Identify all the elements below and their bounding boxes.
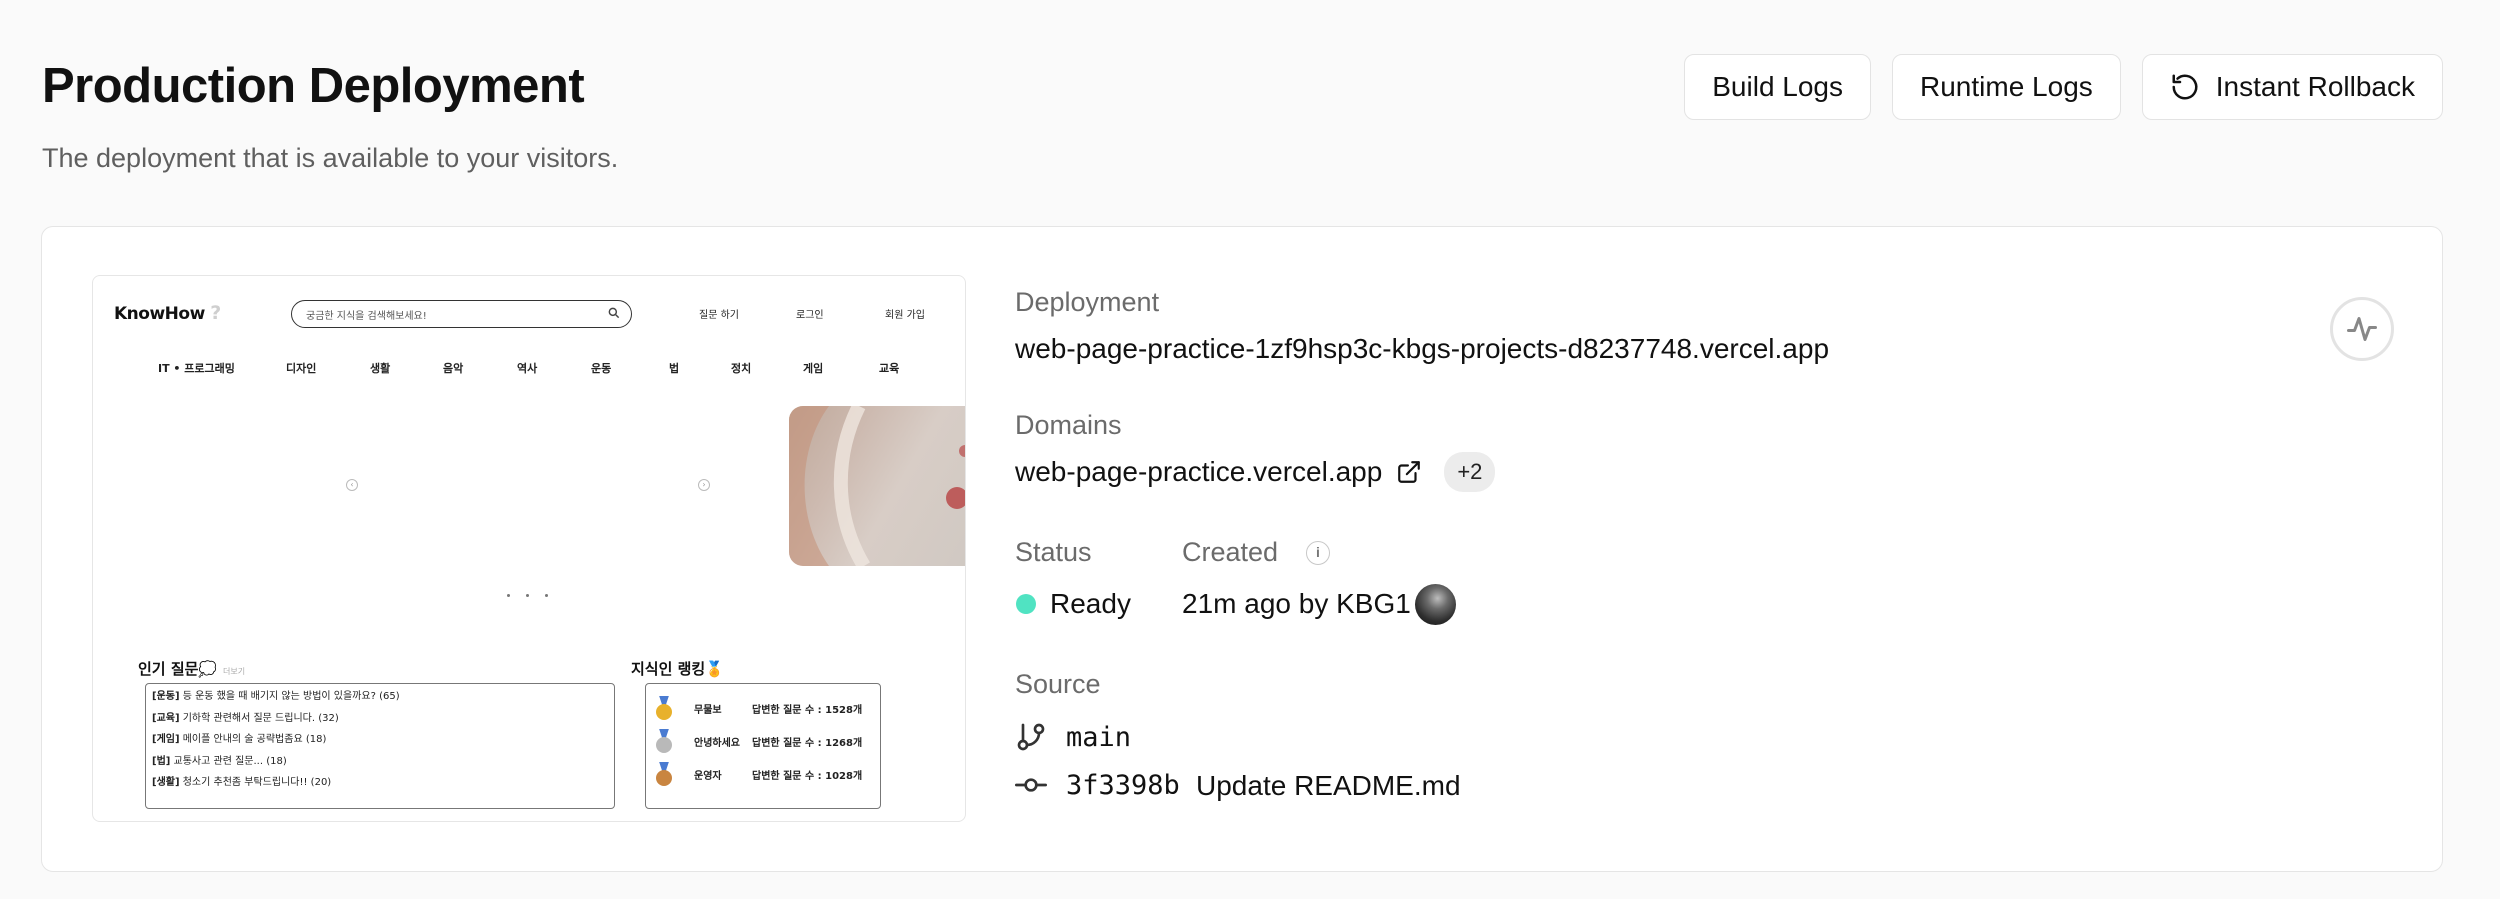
preview-ranking-row: 안녕하세요 답변한 질문 수 : 1268개 [646,725,880,758]
preview-carousel-prev-icon: ‹ [346,479,358,491]
preview-ranking-row: 무물보 답변한 질문 수 : 1528개 [646,692,880,725]
preview-logo: KnowHow ? [114,302,221,324]
domains-row: web-page-practice.vercel.app +2 [1015,452,1496,492]
domains-label: Domains [1015,410,1122,440]
preview-nav-item: 정치 [731,362,752,375]
info-icon[interactable]: i [1306,541,1330,565]
preview-ranking-title: 지식인 랭킹🏅 [631,660,724,678]
preview-popular-more: 더보기 [223,667,246,676]
preview-nav-item: 역사 [517,362,538,375]
created-label: Created [1182,537,1279,567]
preview-question-item: [생활] 청소기 추천좀 부탁드립니다!! (20) [152,777,332,788]
preview-popular-title: 인기 질문💭 [138,660,218,678]
commit-hash[interactable]: 3f3398b [1066,770,1180,801]
branch-name[interactable]: main [1066,722,1131,753]
git-branch-icon [1017,723,1045,751]
bronze-medal-icon [656,761,672,788]
deployment-label: Deployment [1015,287,1160,317]
preview-question-item: [게임] 메이플 안내의 술 공략법좀요 (18) [152,734,327,745]
instant-rollback-label: Instant Rollback [2215,71,2415,102]
avatar[interactable] [1415,584,1456,625]
instant-rollback-button[interactable]: Instant Rollback [2141,54,2443,120]
preview-question-item: [운동] 등 운동 했을 때 배기지 않는 방법이 있을까요? (65) [152,691,400,702]
deployment-preview[interactable]: KnowHow ? 궁금한 지식을 검색해보세요! 질문 하기 로그인 회원 가… [92,275,966,822]
preview-link-login: 로그인 [796,310,824,321]
preview-nav-item: 게임 [803,362,824,375]
runtime-logs-button[interactable]: Runtime Logs [1892,54,2121,120]
build-logs-button[interactable]: Build Logs [1684,54,1872,120]
deployment-card: KnowHow ? 궁금한 지식을 검색해보세요! 질문 하기 로그인 회원 가… [41,226,2443,872]
preview-question-item: [교육] 기하학 관련해서 질문 드립니다. (32) [152,712,339,724]
preview-nav-item: 생활 [370,362,391,375]
page-subtitle: The deployment that is available to your… [42,143,619,173]
preview-nav-item: 음악 [443,362,464,375]
status-value: Ready [1050,588,1131,619]
preview-link-signup: 회원 가입 [885,310,925,321]
preview-carousel-image [789,406,965,566]
preview-popular-list: [운동] 등 운동 했을 때 배기지 않는 방법이 있을까요? (65) [교육… [145,683,615,809]
preview-search-bar: 궁금한 지식을 검색해보세요! [291,300,632,328]
domain-link[interactable]: web-page-practice.vercel.app [1015,456,1382,488]
page-title: Production Deployment [42,59,585,113]
preview-question-item: [법] 교통사고 관련 질문... (18) [152,755,287,767]
created-value: 21m ago by KBG1 [1182,588,1411,619]
source-label: Source [1015,669,1101,699]
git-commit-icon [1015,778,1047,792]
preview-nav-item: IT • 프로그래밍 [158,362,235,375]
more-domains-badge[interactable]: +2 [1444,452,1496,492]
preview-carousel-next-icon: › [698,479,710,491]
preview-top-links: 질문 하기 로그인 회원 가입 [699,306,925,321]
preview-nav-item: 디자인 [286,362,317,375]
preview-nav-item: 교육 [879,362,900,375]
deployment-url-link[interactable]: web-page-practice-1zf9hsp3c-kbgs-project… [1015,333,1829,365]
preview-ranking-list: 무물보 답변한 질문 수 : 1528개 안녕하세요 답변한 질문 수 : 1268… [645,683,881,809]
silver-medal-icon [656,728,672,755]
external-link-icon[interactable] [1396,459,1422,485]
search-icon [608,307,620,319]
preview-nav-item: 운동 [591,362,612,375]
preview-carousel-dots [507,594,548,597]
preview-link-ask: 질문 하기 [699,310,739,321]
preview-nav-item: 법 [669,362,680,375]
preview-ranking-row: 운영자 답변한 질문 수 : 1028개 [646,758,880,791]
header-actions: Build Logs Runtime Logs Instant Rollback [1684,54,2443,120]
commit-message[interactable]: Update README.md [1196,770,1461,802]
status-ready-indicator [1016,594,1036,614]
gold-medal-icon [656,695,672,722]
activity-icon[interactable] [2330,297,2394,361]
rotate-ccw-icon [2172,74,2198,100]
status-label: Status [1015,537,1092,567]
